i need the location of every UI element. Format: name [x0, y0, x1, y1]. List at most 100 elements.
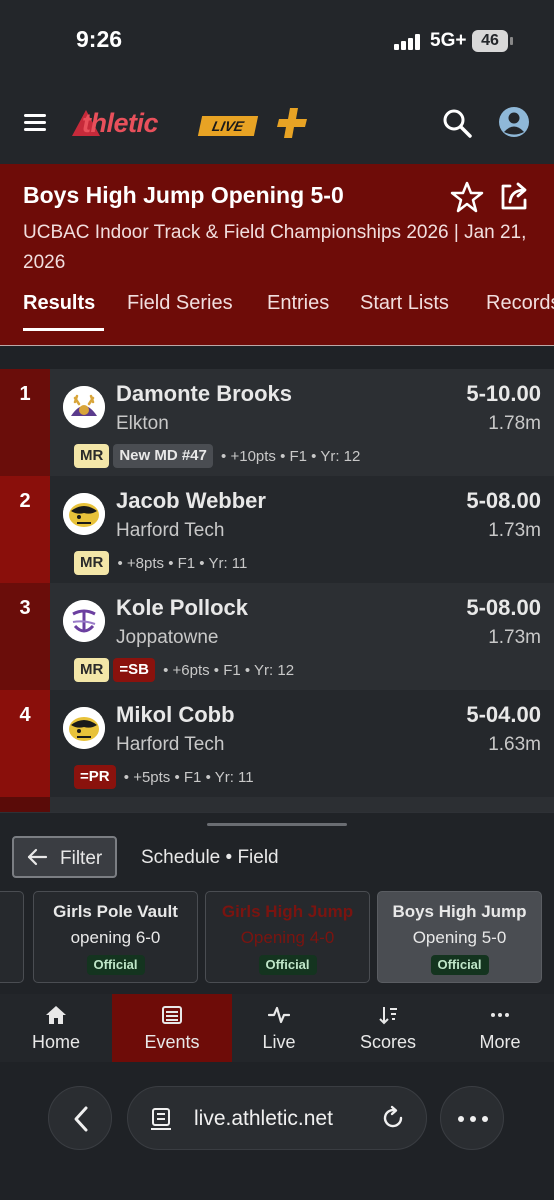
reload-icon[interactable] [380, 1105, 406, 1131]
school-name[interactable]: Harford Tech [116, 520, 224, 542]
filter-label: Filter [60, 848, 103, 869]
event-card-selected[interactable]: Boys High Jump Opening 5-0 Official [377, 891, 542, 983]
event-card-subtitle: Opening 4-0 [240, 928, 335, 947]
hamburger-menu-icon[interactable] [24, 114, 46, 132]
event-card-partial[interactable] [0, 891, 24, 983]
event-subtitle: UCBAC Indoor Track & Field Championships… [23, 222, 527, 273]
result-badges: =PR • +5pts • F1 • Yr: 11 [74, 765, 254, 789]
result-meta: • +5pts • F1 • Yr: 11 [123, 768, 254, 786]
official-badge: Official [86, 955, 145, 975]
place-column: 3 [0, 583, 50, 690]
event-card[interactable]: Girls High Jump Opening 4-0 Official [205, 891, 370, 983]
event-card-subtitle: opening 6-0 [70, 928, 161, 947]
search-icon[interactable] [442, 108, 472, 138]
result-metric: 1.73m [488, 520, 541, 541]
result-meta: • +10pts • F1 • Yr: 12 [221, 447, 361, 465]
result-meta: • +8pts • F1 • Yr: 11 [117, 554, 248, 572]
meet-record-badge: MR [74, 658, 110, 682]
plus-icon[interactable] [276, 106, 310, 140]
result-row[interactable]: 1 Damonte Brooks Elkton 5-10.00 1.78m MR… [0, 369, 554, 476]
browser-back-button[interactable] [48, 1086, 112, 1150]
sort-icon [379, 1007, 397, 1025]
school-name[interactable]: Joppatowne [116, 627, 218, 649]
nav-scores[interactable]: Scores [333, 994, 443, 1062]
result-meta: • +6pts • F1 • Yr: 12 [163, 661, 295, 679]
result-badges: MR • +8pts • F1 • Yr: 11 [74, 551, 247, 575]
result-mark: 5-08.00 [466, 488, 541, 513]
season-best-badge: =SB [113, 658, 155, 682]
arrow-left-icon [27, 848, 48, 866]
more-icon [491, 1013, 509, 1017]
nav-home[interactable]: Home [1, 994, 111, 1062]
browser-more-button[interactable] [440, 1086, 504, 1150]
event-card-title: Boys High Jump [392, 902, 527, 921]
app-header: thletic LIVE [0, 84, 554, 164]
tab-entries[interactable]: Entries [267, 292, 329, 315]
nav-live[interactable]: Live [224, 994, 334, 1062]
place-number: 1 [19, 383, 31, 405]
battery-icon: 46 [472, 30, 508, 52]
battery-tip [510, 37, 513, 45]
athlete-name[interactable]: Jacob Webber [116, 488, 266, 514]
result-row[interactable]: 3 Kole Pollock Joppatowne 5-08.00 1.73m … [0, 583, 554, 690]
page-menu-icon [151, 1108, 171, 1130]
harford-tech-logo-icon [63, 493, 105, 535]
pulse-icon [268, 1006, 290, 1024]
signal-icon [394, 34, 420, 50]
school-name[interactable]: Harford Tech [116, 734, 224, 756]
tab-field-series[interactable]: Field Series [127, 292, 233, 315]
address-bar[interactable]: live.athletic.net [127, 1086, 427, 1150]
event-cards: Girls Pole Vault opening 6-0 Official Gi… [0, 891, 554, 985]
result-badges: MR New MD #47 • +10pts • F1 • Yr: 12 [74, 444, 360, 468]
athlete-name[interactable]: Kole Pollock [116, 595, 248, 621]
results-list: 1 Damonte Brooks Elkton 5-10.00 1.78m MR… [0, 369, 554, 817]
chevron-left-icon [74, 1106, 88, 1132]
place-number: 2 [19, 490, 31, 512]
result-mark: 5-08.00 [466, 595, 541, 620]
athletic-live-logo[interactable]: thletic LIVE [72, 108, 262, 140]
filter-button[interactable]: Filter [12, 836, 117, 878]
app-screen: 9:26 5G+ 46 thletic LIVE Boys High Jump … [0, 0, 554, 1200]
tab-results[interactable]: Results [23, 292, 95, 315]
status-bar: 9:26 5G+ 46 [0, 0, 554, 84]
result-metric: 1.78m [488, 413, 541, 434]
list-icon [162, 1006, 182, 1024]
active-tab-indicator [23, 328, 104, 331]
favorite-star-icon[interactable] [450, 180, 484, 214]
tabs-divider [0, 345, 554, 346]
meet-record-badge: MR [74, 444, 110, 468]
account-icon[interactable] [498, 106, 530, 138]
schedule-label: Schedule • Field [141, 847, 279, 868]
event-card-subtitle: Opening 5-0 [412, 928, 507, 947]
athlete-name[interactable]: Damonte Brooks [116, 381, 292, 407]
official-badge: Official [430, 955, 489, 975]
place-column: 4 [0, 690, 50, 797]
url-text: live.athletic.net [194, 1107, 333, 1130]
browser-toolbar: live.athletic.net [0, 1062, 554, 1200]
result-row[interactable]: 4 Mikol Cobb Harford Tech 5-04.00 1.63m … [0, 690, 554, 797]
result-mark: 5-10.00 [466, 381, 541, 406]
share-icon[interactable] [496, 178, 532, 214]
harford-tech-logo-icon [63, 707, 105, 749]
sheet-drag-handle[interactable] [207, 823, 347, 826]
state-rank-badge: New MD #47 [113, 444, 213, 468]
school-name[interactable]: Elkton [116, 413, 169, 435]
nav-more[interactable]: More [445, 994, 554, 1062]
meet-record-badge: MR [74, 551, 110, 575]
more-dots-icon [458, 1116, 488, 1122]
home-icon [46, 1006, 66, 1024]
tab-records[interactable]: Records [486, 292, 554, 315]
event-card[interactable]: Girls Pole Vault opening 6-0 Official [33, 891, 198, 983]
event-filter-sheet: Filter Schedule • Field Girls Pole Vault… [0, 812, 554, 994]
event-tabs: Results Field Series Entries Start Lists… [0, 288, 554, 346]
nav-events[interactable]: Events [112, 994, 232, 1062]
event-title: Boys High Jump Opening 5-0 [23, 182, 344, 208]
athlete-name[interactable]: Mikol Cobb [116, 702, 235, 728]
result-row[interactable]: 2 Jacob Webber Harford Tech 5-08.00 1.73… [0, 476, 554, 583]
tab-start-lists[interactable]: Start Lists [360, 292, 449, 315]
event-card-title: Girls Pole Vault [53, 902, 178, 921]
status-time: 9:26 [76, 26, 123, 52]
event-header: Boys High Jump Opening 5-0 UCBAC Indoor … [0, 164, 554, 346]
nav-label: More [479, 1032, 521, 1052]
result-metric: 1.73m [488, 627, 541, 648]
